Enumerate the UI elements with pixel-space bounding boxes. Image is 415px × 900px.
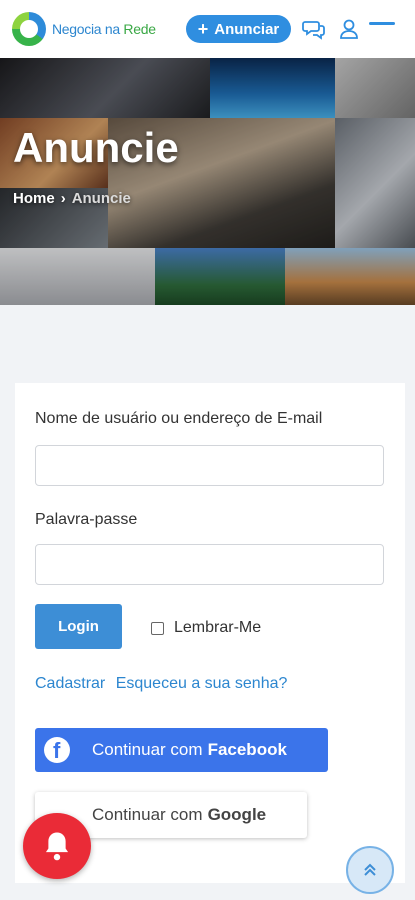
facebook-button-brand: Facebook	[207, 740, 287, 759]
anunciar-button[interactable]: + Anunciar	[186, 15, 291, 43]
plus-icon: +	[197, 19, 209, 39]
bell-icon	[45, 832, 69, 861]
notification-bell-button[interactable]	[23, 813, 91, 879]
facebook-button-prefix: Continuar com	[92, 740, 203, 759]
remember-me[interactable]: Lembrar-Me	[151, 619, 261, 637]
remember-me-checkbox[interactable]	[151, 621, 164, 635]
account-links: Cadastrar Esqueceu a sua senha?	[35, 675, 293, 693]
breadcrumb-current: Anuncie	[71, 190, 131, 207]
scroll-to-top-button[interactable]	[346, 846, 394, 894]
hero-banner: Anuncie Home › Anuncie	[0, 58, 415, 305]
user-icon[interactable]	[337, 17, 361, 41]
logo-icon	[12, 12, 46, 46]
menu-icon[interactable]	[369, 22, 395, 25]
site-header: Negocia na Rede + Anunciar	[0, 0, 415, 58]
site-logo[interactable]: Negocia na Rede	[12, 12, 156, 46]
double-chevron-up-icon	[364, 863, 376, 876]
chevron-right-icon: ›	[60, 190, 66, 207]
hero-title: Anuncie	[13, 124, 179, 171]
hero-overlay	[0, 58, 415, 305]
breadcrumb: Home › Anuncie	[13, 190, 131, 207]
password-input[interactable]	[35, 544, 384, 585]
breadcrumb-home[interactable]: Home	[13, 190, 55, 207]
google-button-prefix: Continuar com	[92, 805, 203, 824]
logo-text-part-2: Rede	[123, 21, 156, 37]
chat-icon[interactable]	[302, 17, 326, 41]
google-button-brand: Google	[207, 805, 267, 824]
password-label: Palavra-passe	[35, 511, 138, 528]
logo-text-part-1: Negocia na	[52, 21, 120, 37]
forgot-password-link[interactable]: Esqueceu a sua senha?	[116, 675, 288, 692]
facebook-login-button[interactable]: Continuar com Facebook	[35, 728, 328, 772]
remember-me-label: Lembrar-Me	[174, 619, 262, 636]
register-link[interactable]: Cadastrar	[35, 675, 105, 692]
logo-text: Negocia na Rede	[52, 21, 156, 37]
facebook-icon	[44, 737, 70, 764]
login-form: Nome de usuário ou endereço de E-mail Pa…	[15, 383, 405, 883]
login-button[interactable]: Login	[35, 604, 122, 649]
username-input[interactable]	[35, 445, 384, 486]
username-label: Nome de usuário ou endereço de E-mail	[35, 410, 323, 427]
anunciar-label: Anunciar	[214, 20, 280, 38]
